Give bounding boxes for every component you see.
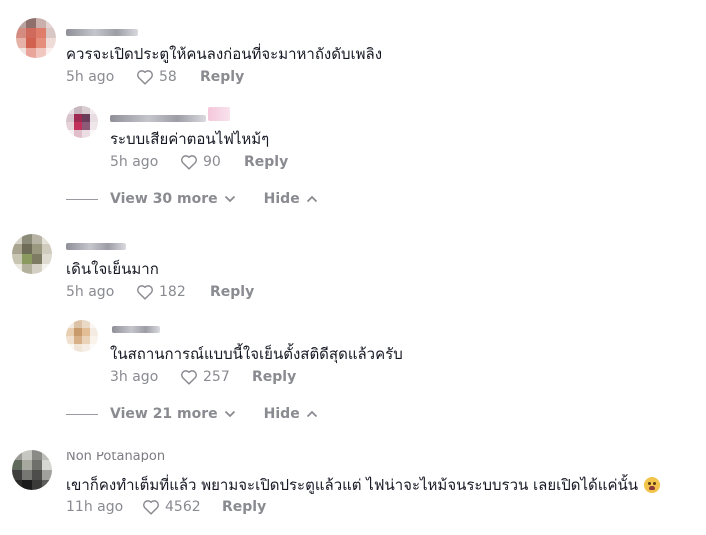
like-count: 90: [203, 154, 221, 170]
chevron-down-icon: [224, 195, 236, 203]
reply-time: 3h ago: [110, 369, 159, 385]
username-blurred[interactable]: [66, 243, 126, 250]
reply-time: 5h ago: [110, 154, 159, 170]
like-count: 257: [203, 369, 230, 385]
thread-divider: [66, 198, 98, 200]
avatar[interactable]: [12, 450, 52, 490]
comment-time: 5h ago: [66, 284, 115, 300]
thread-controls: View 21 more Hide: [66, 406, 318, 422]
thread-divider: [66, 413, 98, 415]
avatar[interactable]: [12, 234, 52, 274]
like-button[interactable]: 58: [136, 69, 200, 85]
avatar[interactable]: [66, 320, 98, 352]
like-button[interactable]: 90: [180, 154, 244, 170]
hide-replies-button[interactable]: Hide: [264, 191, 318, 207]
comment-text: ควรจะเปิดประตูให้คนลงก่อนที่จะมาหาถังดับ…: [66, 45, 383, 63]
hide-replies-button[interactable]: Hide: [264, 406, 318, 422]
chevron-down-icon: [224, 410, 236, 418]
heart-icon[interactable]: [136, 69, 154, 85]
username-blurred[interactable]: [110, 115, 206, 122]
view-more-replies-button[interactable]: View 21 more: [110, 406, 236, 422]
comment-time: 5h ago: [66, 69, 115, 85]
comment-time: 11h ago: [66, 499, 124, 515]
reply-button[interactable]: Reply: [200, 69, 244, 85]
heart-icon[interactable]: [180, 369, 198, 385]
heart-icon[interactable]: [142, 499, 160, 515]
like-button[interactable]: 257: [180, 369, 244, 385]
reply-button[interactable]: Reply: [244, 154, 288, 170]
reply-meta: 3h ago 257 Reply: [110, 367, 296, 387]
like-button[interactable]: 4562: [142, 499, 222, 515]
chevron-up-icon: [306, 410, 318, 418]
view-more-label: View 21 more: [110, 406, 218, 422]
reply-button[interactable]: Reply: [222, 499, 266, 515]
reply-text: ระบบเสียค่าตอนไฟไหม้ๆ: [110, 130, 270, 148]
username-blurred[interactable]: [66, 29, 138, 36]
heart-icon[interactable]: [136, 284, 154, 300]
reply-text: ในสถานการณ์แบบนี้ใจเย็นตั้งสติดีสุดแล้วค…: [110, 345, 403, 363]
crying-face-emoji-icon: [644, 477, 661, 493]
heart-icon[interactable]: [180, 154, 198, 170]
thread-controls: View 30 more Hide: [66, 191, 318, 207]
like-button[interactable]: 182: [136, 284, 200, 300]
reply-button[interactable]: Reply: [252, 369, 296, 385]
reply-button[interactable]: Reply: [210, 284, 254, 300]
comment-meta: 5h ago 182 Reply: [66, 282, 254, 302]
comment-meta: 11h ago 4562 Reply: [66, 497, 266, 517]
username-blurred[interactable]: [112, 326, 160, 333]
view-more-label: View 30 more: [110, 191, 218, 207]
hide-label: Hide: [263, 406, 300, 422]
reply-meta: 5h ago 90 Reply: [110, 152, 288, 172]
avatar[interactable]: [66, 106, 98, 138]
comment-text: เขาก็คงทำเต็มที่แล้ว พยามจะเปิดประตูแล้ว…: [66, 475, 661, 495]
chevron-up-icon: [306, 195, 318, 203]
like-count: 58: [159, 69, 177, 85]
avatar[interactable]: [16, 18, 56, 58]
username[interactable]: Non Potanapon: [66, 452, 165, 462]
comment-meta: 5h ago 58 Reply: [66, 67, 244, 87]
like-count: 182: [159, 284, 186, 300]
comment-text: เดินใจเย็นมาก: [66, 260, 159, 278]
like-count: 4562: [165, 499, 201, 515]
view-more-replies-button[interactable]: View 30 more: [110, 191, 236, 207]
comment-text-body: เขาก็คงทำเต็มที่แล้ว พยามจะเปิดประตูแล้ว…: [66, 476, 639, 494]
hide-label: Hide: [263, 191, 300, 207]
username-blur-badge: [208, 107, 230, 121]
